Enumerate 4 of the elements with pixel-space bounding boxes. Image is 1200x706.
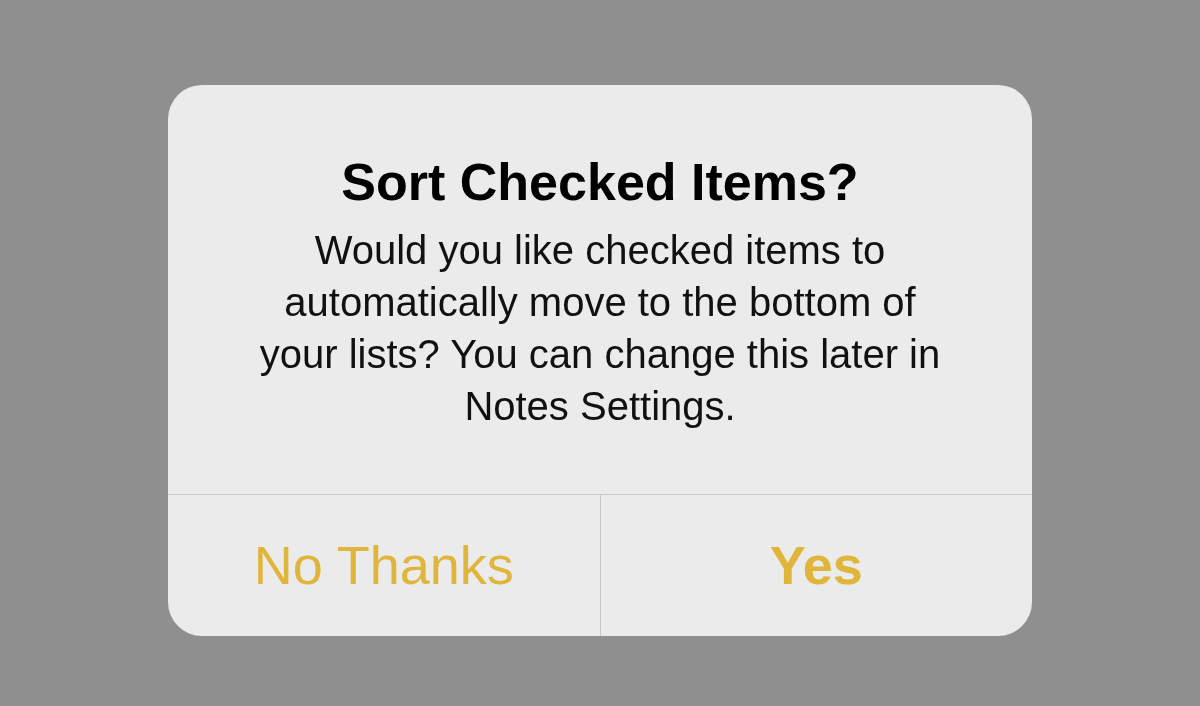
alert-message: Would you like checked items to automatically move to the bottom of your lists? You can change this later in Notes Settings. bbox=[258, 227, 942, 430]
alert-title: Sort Checked Items? bbox=[341, 152, 859, 212]
alert-button[interactable]: No Thanks bbox=[168, 495, 600, 636]
alert-button[interactable]: Yes bbox=[599, 495, 1032, 636]
